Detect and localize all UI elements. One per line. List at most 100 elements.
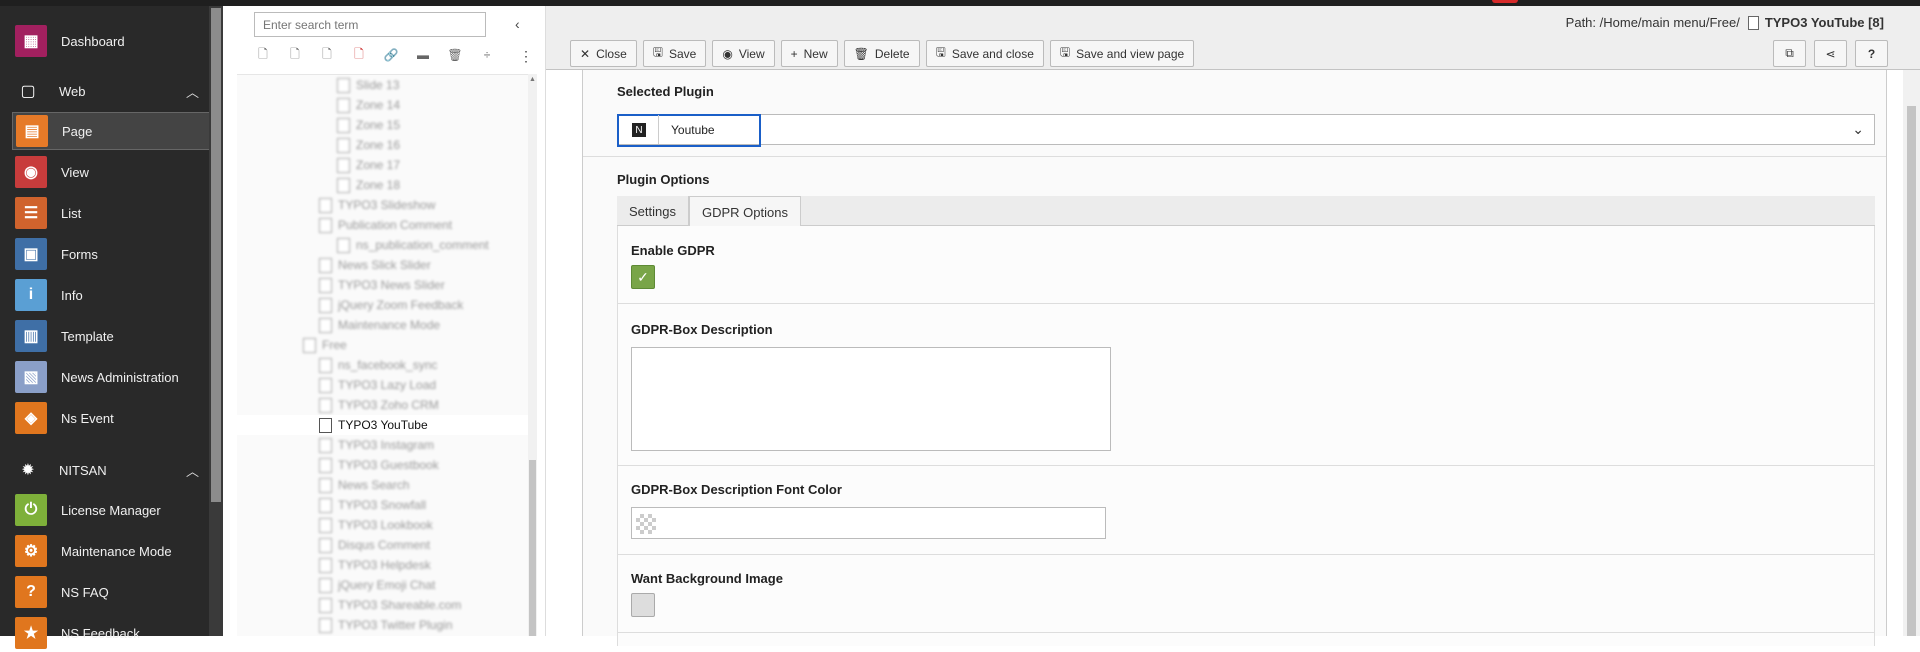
eye-icon: ◉ <box>722 46 733 61</box>
tree-node[interactable]: TYPO3 Lookbook <box>319 515 433 535</box>
new-page-mountpoint-icon[interactable]: 🗋 <box>350 46 368 64</box>
want-bg-image-checkbox[interactable] <box>631 593 655 617</box>
tree-node[interactable]: Publication Comment <box>319 215 452 235</box>
module-page[interactable]: ▤ Page <box>12 112 211 150</box>
module-view[interactable]: ◉ View <box>12 153 211 191</box>
module-list[interactable]: ☰ List <box>12 194 211 232</box>
page-icon <box>337 177 350 193</box>
save-button[interactable]: 🖫 Save <box>642 40 707 67</box>
tree-node[interactable]: Free <box>303 335 347 355</box>
tree-node-selected[interactable]: TYPO3 YouTube <box>237 415 528 435</box>
tree-node[interactable]: TYPO3 Zoho CRM <box>319 395 439 415</box>
recycler-icon[interactable]: 🗑 <box>446 46 464 64</box>
plus-icon: + <box>790 46 798 61</box>
delete-button[interactable]: 🗑 Delete <box>843 40 920 67</box>
module-ns-feedback[interactable]: ★ NS Feedback <box>12 614 211 652</box>
tree-node[interactable]: Maintenance Mode <box>319 315 440 335</box>
open-new-window-button[interactable]: ⧉ <box>1773 40 1806 67</box>
tree-node-label: TYPO3 Helpdesk <box>338 558 431 572</box>
page-icon <box>319 217 332 233</box>
plugin-select[interactable]: N Youtube ⌄ <box>617 114 1875 147</box>
tree-search-input[interactable] <box>254 12 486 37</box>
tree-node[interactable]: TYPO3 Twitter Plugin <box>319 615 453 635</box>
scrollbar-thumb[interactable] <box>211 8 221 502</box>
page-icon <box>319 597 332 613</box>
collapse-tree-icon[interactable]: ‹ <box>515 16 520 32</box>
module-ns-event[interactable]: ◈ Ns Event <box>12 399 211 437</box>
tree-node[interactable]: jQuery Zoom Feedback <box>319 295 463 315</box>
module-maintenance-mode[interactable]: ⚙ Maintenance Mode <box>12 532 211 570</box>
help-button[interactable]: ? <box>1855 40 1888 67</box>
new-page-icon[interactable]: 🗋 <box>254 46 272 64</box>
gdpr-font-color-input[interactable] <box>631 507 1106 539</box>
tree-node[interactable]: Zone 17 <box>337 155 400 175</box>
tree-node[interactable]: Disqus Comment <box>319 535 430 555</box>
tree-node[interactable]: News Slick Slider <box>319 255 431 275</box>
tree-node[interactable]: TYPO3 News Slider <box>319 275 445 295</box>
tree-scrollbar[interactable]: ▲ <box>528 74 537 636</box>
tree-node[interactable]: Slide 13 <box>337 75 399 95</box>
module-menu-scrollbar[interactable] <box>209 6 223 636</box>
tree-node[interactable]: TYPO3 Shareable.com <box>319 595 461 615</box>
tree-node-label: Free <box>322 338 347 352</box>
tree-node[interactable]: ns_facebook_sync <box>319 355 437 375</box>
scroll-up-icon[interactable]: ▲ <box>528 76 537 83</box>
tree-node-label: Disqus Comment <box>338 538 431 552</box>
tree-node[interactable]: TYPO3 Instagram <box>319 435 434 455</box>
module-news-administration[interactable]: ▧ News Administration <box>12 358 211 396</box>
button-label: View <box>738 46 765 61</box>
tree-node-label: Zone 15 <box>356 118 401 132</box>
gdpr-description-textarea[interactable] <box>631 347 1111 451</box>
button-label: Save and close <box>951 46 1034 61</box>
module-info[interactable]: i Info <box>12 276 211 314</box>
button-label: Delete <box>874 46 910 61</box>
close-button[interactable]: ✕ Close <box>570 40 637 67</box>
content-scrollbar[interactable] <box>1903 70 1920 636</box>
group-web[interactable]: ▢ Web ︿ <box>12 76 211 106</box>
module-ns-faq[interactable]: ? NS FAQ <box>12 573 211 611</box>
module-template[interactable]: ▥ Template <box>12 317 211 355</box>
tab-settings[interactable]: Settings <box>617 196 689 226</box>
tab-gdpr-options[interactable]: GDPR Options <box>688 196 801 227</box>
selected-plugin-label: Selected Plugin <box>617 84 714 99</box>
tree-node[interactable]: TYPO3 Slideshow <box>319 195 435 215</box>
new-button[interactable]: + New <box>780 40 838 67</box>
folder-icon[interactable]: ▬ <box>414 46 432 64</box>
new-page-shortcut-icon[interactable]: 🗋 <box>318 46 336 64</box>
group-nitsan[interactable]: ✹ NITSAN ︿ <box>12 455 211 485</box>
link-icon[interactable]: 🔗 <box>382 46 400 64</box>
divider-icon[interactable]: ÷ <box>478 46 496 64</box>
share-button[interactable]: ⋖ <box>1814 40 1847 67</box>
tree-node[interactable]: jQuery Emoji Chat <box>319 575 435 595</box>
scrollbar-thumb[interactable] <box>1907 106 1916 636</box>
tree-node[interactable]: Zone 18 <box>337 175 400 195</box>
tree-node[interactable]: TYPO3 Helpdesk <box>319 555 431 575</box>
tree-node[interactable]: News Search <box>319 475 409 495</box>
plugin-options-tabs: Settings GDPR Options <box>617 196 1875 227</box>
module-label: Page <box>62 123 93 139</box>
tree-node[interactable]: TYPO3 Lazy Load <box>319 375 436 395</box>
save-and-close-button[interactable]: 🖫 Save and close <box>925 40 1044 67</box>
scrollbar-thumb[interactable] <box>529 460 536 636</box>
tree-node-label: Zone 16 <box>356 138 401 152</box>
module-forms[interactable]: ▣ Forms <box>12 235 211 273</box>
news-icon: ▧ <box>15 361 47 393</box>
more-options-icon[interactable]: ⋮ <box>519 48 533 65</box>
save-and-view-page-button[interactable]: 🖫 Save and view page <box>1049 40 1195 67</box>
tree-node[interactable]: Zone 14 <box>337 95 400 115</box>
new-page-advanced-icon[interactable]: 🗋 <box>286 46 304 64</box>
color-swatch[interactable] <box>636 514 656 534</box>
tree-node[interactable]: Zone 15 <box>337 115 400 135</box>
tree-node[interactable]: TYPO3 Guestbook <box>319 455 439 475</box>
tree-node[interactable]: ns_publication_comment <box>337 235 489 255</box>
tree-node[interactable]: Zone 16 <box>337 135 400 155</box>
dashboard-icon: ▦ <box>15 25 47 57</box>
module-dashboard[interactable]: ▦ Dashboard <box>12 22 211 60</box>
enable-gdpr-checkbox[interactable]: ✓ <box>631 265 655 289</box>
module-label: License Manager <box>61 502 161 518</box>
tree-node[interactable]: TYPO3 Snowfall <box>319 495 426 515</box>
breadcrumb: Path: /Home/main menu/Free/ TYPO3 YouTub… <box>1566 15 1884 30</box>
module-license-manager[interactable]: ⏻ License Manager <box>12 491 211 529</box>
tree-toolbar: 🗋 🗋 🗋 🗋 🔗 ▬ 🗑 ÷ <box>254 46 496 64</box>
view-button[interactable]: ◉ View <box>712 40 775 67</box>
